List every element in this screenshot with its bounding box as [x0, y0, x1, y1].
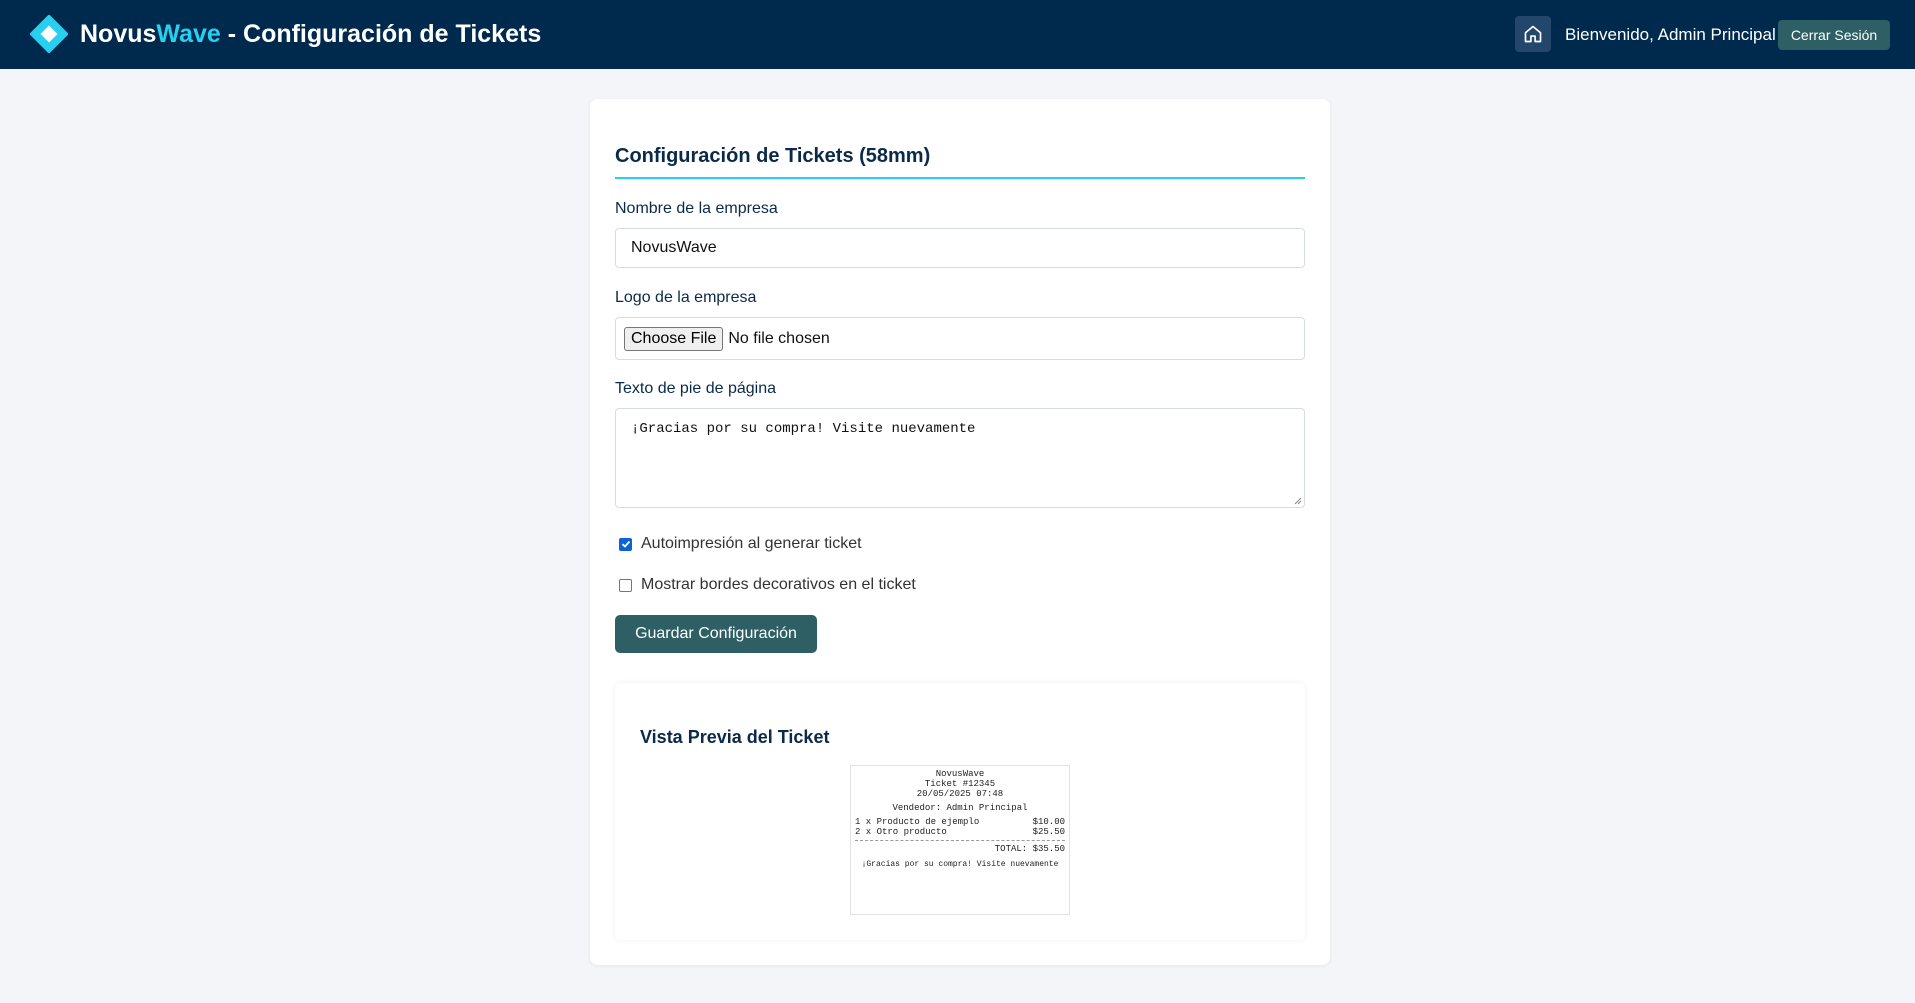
ticket-preview: NovusWave Ticket #12345 20/05/2025 07:48… [850, 765, 1070, 915]
home-icon [1524, 25, 1542, 43]
choose-file-button[interactable]: Choose File [624, 326, 724, 351]
app-title: NovusWave - Configuración de Tickets [80, 20, 541, 49]
logo-label: Logo de la empresa [615, 289, 757, 306]
logo-file-input[interactable]: Choose File No file chosen [615, 317, 1305, 360]
footer-text-label: Texto de pie de página [615, 380, 777, 397]
ticket-number: Ticket #12345 [924, 779, 996, 789]
ticket-datetime: 20/05/2025 07:48 [916, 789, 1004, 799]
ticket-dashed-divider [855, 840, 1065, 841]
decorative-borders-label: Mostrar bordes decorativos en el ticket [641, 576, 916, 593]
ticket-total: TOTAL: $35.50 [994, 844, 1065, 854]
form-title: Configuración de Tickets (58mm) [615, 145, 931, 167]
autoprint-label: Autoimpresión al generar ticket [641, 535, 862, 552]
company-name-label: Nombre de la empresa [615, 200, 778, 217]
decorative-borders-option[interactable]: Mostrar bordes decorativos en el ticket [619, 576, 916, 594]
ticket-item-row: 1 x Producto de ejemplo $10.00 [855, 817, 1065, 827]
save-config-button[interactable]: Guardar Configuración [615, 615, 817, 653]
brand-novus: Novus [80, 20, 157, 48]
checkmark-icon [621, 540, 630, 548]
autoprint-option[interactable]: Autoimpresión al generar ticket [619, 535, 862, 553]
company-name-input[interactable]: NovusWave [615, 228, 1305, 268]
ticket-config-card: Configuración de Tickets (58mm) Nombre d… [590, 99, 1330, 965]
ticket-item-desc: 1 x Producto de ejemplo [855, 817, 980, 827]
top-navbar: NovusWave - Configuración de Tickets Bie… [0, 0, 1915, 69]
ticket-item-row: 2 x Otro producto $25.50 [855, 827, 1065, 837]
decorative-borders-checkbox[interactable] [619, 578, 632, 592]
file-status-text: No file chosen [728, 329, 830, 347]
title-divider [615, 177, 1305, 179]
welcome-text: Bienvenido, Admin Principal [1565, 25, 1776, 44]
preview-title: Vista Previa del Ticket [640, 727, 830, 747]
ticket-preview-panel: Vista Previa del Ticket NovusWave Ticket… [615, 683, 1305, 940]
ticket-items: 1 x Producto de ejemplo $10.00 2 x Otro … [855, 817, 1065, 837]
resize-grip-icon[interactable] [1294, 497, 1302, 505]
autoprint-checkbox[interactable] [619, 537, 632, 551]
footer-text-textarea[interactable]: ¡Gracias por su compra! Visite nuevament… [615, 408, 1305, 508]
ticket-item-price: $25.50 [1032, 827, 1065, 837]
brand-wave: Wave [156, 20, 221, 48]
footer-text-value: ¡Gracias por su compra! Visite nuevament… [631, 421, 976, 437]
home-button[interactable] [1515, 16, 1551, 52]
ticket-footer: ¡Gracias por su compra! Visite nuevament… [861, 860, 1059, 869]
diamond-logo-icon [29, 14, 69, 54]
ticket-item-price: $10.00 [1032, 817, 1065, 827]
ticket-seller: Vendedor: Admin Principal [892, 803, 1028, 813]
page-title: - Configuración de Tickets [220, 20, 542, 48]
ticket-company: NovusWave [935, 769, 985, 779]
ticket-item-desc: 2 x Otro producto [855, 827, 947, 837]
logout-button[interactable]: Cerrar Sesión [1778, 20, 1890, 50]
